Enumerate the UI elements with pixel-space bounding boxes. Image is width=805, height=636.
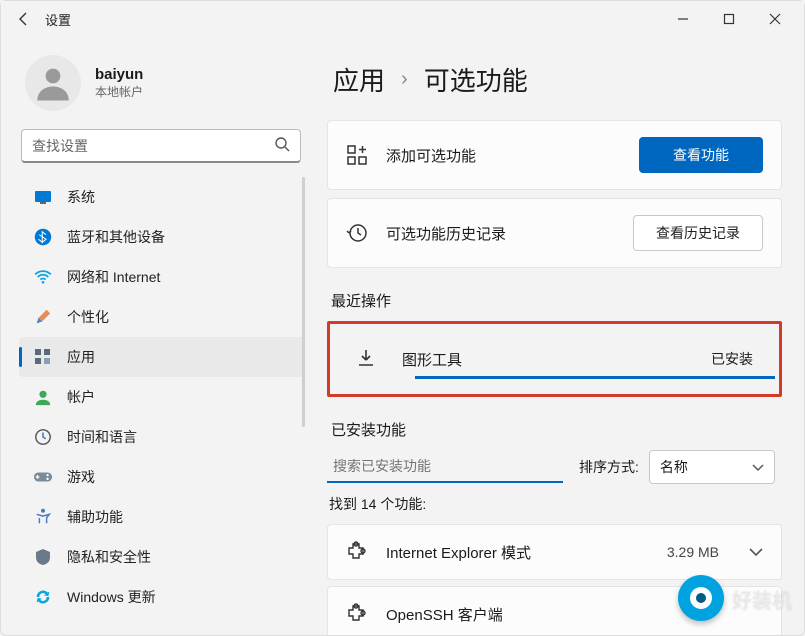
sort-select[interactable]: 名称 bbox=[649, 450, 775, 484]
sidebar: baiyun 本地帐户 查找设置 系统 蓝牙和其他设备 网络和 Internet bbox=[1, 37, 313, 635]
installed-heading: 已安装功能 bbox=[331, 419, 782, 440]
main-content: 应用 › 可选功能 添加可选功能 查看功能 可选功能历史记录 查看历史记录 最近… bbox=[313, 37, 804, 635]
chevron-down-icon bbox=[752, 459, 764, 475]
accessibility-icon bbox=[33, 507, 53, 527]
breadcrumb-level2: 可选功能 bbox=[424, 61, 528, 98]
sidebar-item-privacy[interactable]: 隐私和安全性 bbox=[19, 537, 305, 577]
watermark: 好装机 bbox=[678, 575, 792, 621]
sidebar-item-update[interactable]: Windows 更新 bbox=[19, 577, 305, 617]
watermark-text: 好装机 bbox=[732, 584, 792, 613]
wifi-icon bbox=[33, 267, 53, 287]
sidebar-item-label: 网络和 Internet bbox=[67, 267, 160, 287]
nav-list: 系统 蓝牙和其他设备 网络和 Internet 个性化 应用 帐户 bbox=[19, 177, 305, 617]
gaming-icon bbox=[33, 467, 53, 487]
installed-search-input[interactable] bbox=[327, 451, 563, 483]
account-icon bbox=[33, 387, 53, 407]
progress-bar bbox=[415, 376, 775, 379]
titlebar: 设置 bbox=[1, 1, 804, 37]
found-label: 找到 14 个功能: bbox=[329, 494, 782, 514]
avatar bbox=[25, 55, 81, 111]
recent-item[interactable]: 图形工具 已安装 bbox=[327, 321, 782, 397]
sidebar-item-label: 时间和语言 bbox=[67, 427, 137, 447]
close-button[interactable] bbox=[752, 3, 798, 35]
user-name: baiyun bbox=[95, 66, 143, 83]
feature-name: OpenSSH 客户端 bbox=[386, 604, 503, 625]
sidebar-item-system[interactable]: 系统 bbox=[19, 177, 305, 217]
sidebar-item-label: 游戏 bbox=[67, 467, 95, 487]
search-placeholder: 查找设置 bbox=[32, 136, 88, 156]
feature-size: 3.29 MB bbox=[667, 544, 719, 560]
sidebar-item-gaming[interactable]: 游戏 bbox=[19, 457, 305, 497]
extension-icon bbox=[346, 541, 368, 563]
user-subtitle: 本地帐户 bbox=[95, 83, 143, 100]
apps-icon bbox=[33, 347, 53, 367]
breadcrumb-level1[interactable]: 应用 bbox=[333, 61, 385, 98]
feature-row[interactable]: Internet Explorer 模式 3.29 MB bbox=[327, 524, 782, 580]
update-icon bbox=[33, 587, 53, 607]
feature-name: Internet Explorer 模式 bbox=[386, 542, 531, 563]
sort-label: 排序方式: bbox=[579, 457, 639, 477]
sort-value: 名称 bbox=[660, 457, 688, 477]
privacy-icon bbox=[33, 547, 53, 567]
sidebar-item-label: 隐私和安全性 bbox=[67, 547, 151, 567]
history-label: 可选功能历史记录 bbox=[386, 223, 506, 244]
search-input[interactable]: 查找设置 bbox=[21, 129, 301, 163]
bluetooth-icon bbox=[33, 227, 53, 247]
history-card: 可选功能历史记录 查看历史记录 bbox=[327, 198, 782, 268]
personalize-icon bbox=[33, 307, 53, 327]
sidebar-item-accessibility[interactable]: 辅助功能 bbox=[19, 497, 305, 537]
view-features-button[interactable]: 查看功能 bbox=[639, 137, 763, 173]
download-icon bbox=[356, 348, 378, 370]
back-button[interactable] bbox=[7, 2, 41, 36]
sidebar-item-apps[interactable]: 应用 bbox=[19, 337, 305, 377]
chevron-right-icon: › bbox=[401, 68, 408, 91]
view-history-button[interactable]: 查看历史记录 bbox=[633, 215, 763, 251]
sidebar-item-network[interactable]: 网络和 Internet bbox=[19, 257, 305, 297]
chevron-down-icon bbox=[749, 544, 763, 560]
sidebar-item-label: 辅助功能 bbox=[67, 507, 123, 527]
sidebar-item-time[interactable]: 时间和语言 bbox=[19, 417, 305, 457]
extension-icon bbox=[346, 603, 368, 625]
minimize-button[interactable] bbox=[660, 3, 706, 35]
sidebar-item-accounts[interactable]: 帐户 bbox=[19, 377, 305, 417]
sidebar-item-bluetooth[interactable]: 蓝牙和其他设备 bbox=[19, 217, 305, 257]
sidebar-item-personalize[interactable]: 个性化 bbox=[19, 297, 305, 337]
add-feature-icon bbox=[346, 144, 368, 166]
breadcrumb: 应用 › 可选功能 bbox=[333, 61, 782, 98]
user-block[interactable]: baiyun 本地帐户 bbox=[19, 55, 305, 111]
sidebar-item-label: 蓝牙和其他设备 bbox=[67, 227, 165, 247]
add-feature-card: 添加可选功能 查看功能 bbox=[327, 120, 782, 190]
sidebar-item-label: Windows 更新 bbox=[67, 587, 156, 607]
watermark-logo bbox=[678, 575, 724, 621]
history-icon bbox=[346, 222, 368, 244]
sidebar-item-label: 系统 bbox=[67, 187, 95, 207]
window-title: 设置 bbox=[45, 10, 71, 29]
recent-item-name: 图形工具 bbox=[402, 349, 462, 370]
add-feature-label: 添加可选功能 bbox=[386, 145, 476, 166]
time-icon bbox=[33, 427, 53, 447]
sidebar-item-label: 帐户 bbox=[67, 387, 95, 407]
system-icon bbox=[33, 187, 53, 207]
recent-heading: 最近操作 bbox=[331, 290, 782, 311]
search-icon bbox=[274, 136, 290, 155]
filter-row: 排序方式: 名称 bbox=[327, 450, 782, 484]
sidebar-item-label: 应用 bbox=[67, 347, 95, 367]
sidebar-item-label: 个性化 bbox=[67, 307, 109, 327]
maximize-button[interactable] bbox=[706, 3, 752, 35]
recent-item-status: 已安装 bbox=[711, 349, 753, 369]
